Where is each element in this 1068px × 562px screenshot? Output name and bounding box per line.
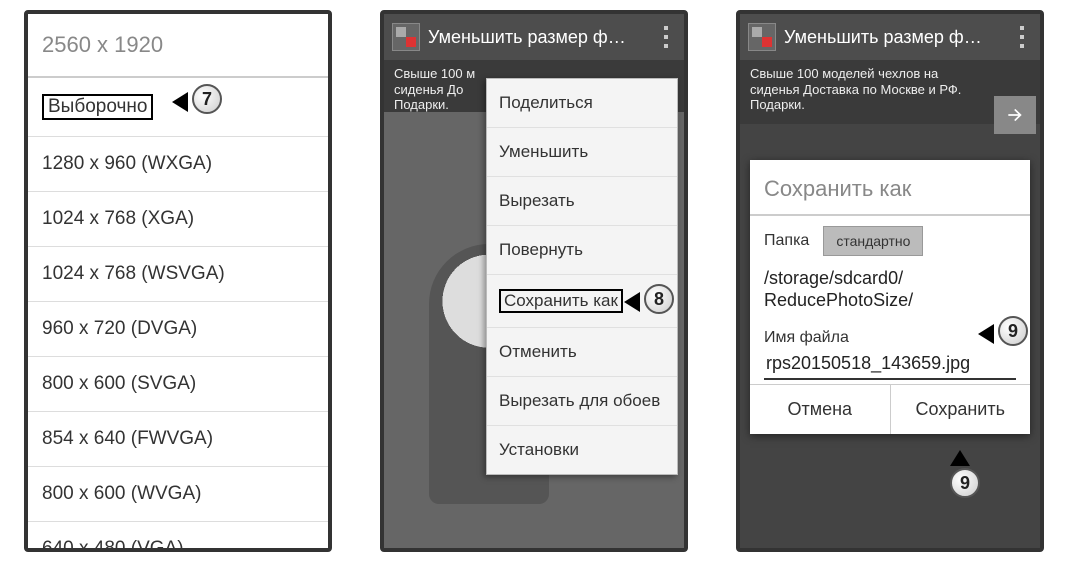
phone-screen-3: Уменьшить размер ф… Свыше 100 моделей че… <box>736 10 1044 552</box>
callout-9a: 9 <box>998 316 1028 346</box>
folder-path[interactable]: /storage/sdcard0/ ReducePhotoSize/ <box>750 266 1030 321</box>
menu-crop[interactable]: Вырезать <box>487 177 677 226</box>
save-button[interactable]: Сохранить <box>890 385 1031 434</box>
context-menu: Поделиться Уменьшить Вырезать Повернуть … <box>486 78 678 475</box>
app-title: Уменьшить размер ф… <box>784 27 982 48</box>
filename-input[interactable]: rps20150518_143659.jpg <box>764 349 1016 380</box>
dialog-title: Сохранить как <box>750 160 1030 216</box>
menu-rotate[interactable]: Повернуть <box>487 226 677 275</box>
folder-row: Папка стандартно <box>750 216 1030 266</box>
overflow-menu-icon[interactable] <box>656 23 676 51</box>
menu-wallpaper[interactable]: Вырезать для обоев <box>487 377 677 426</box>
callout-7: 7 <box>192 84 222 114</box>
dialog-buttons: Отмена Сохранить <box>750 384 1030 434</box>
size-option[interactable]: 854 x 640 (FWVGA) <box>28 412 328 467</box>
size-option[interactable]: 1280 x 960 (WXGA) <box>28 137 328 192</box>
arrow-right-icon <box>1005 105 1025 125</box>
callout-8: 8 <box>644 284 674 314</box>
folder-label: Папка <box>764 232 809 250</box>
ad-forward-button[interactable] <box>994 96 1036 134</box>
size-option[interactable]: 800 x 600 (SVGA) <box>28 357 328 412</box>
size-option-label: Выборочно <box>42 94 153 120</box>
standard-folder-button[interactable]: стандартно <box>823 226 923 256</box>
phone-screen-1: 2560 x 1920 Выборочно 7 1280 x 960 (WXGA… <box>24 10 332 552</box>
cancel-button[interactable]: Отмена <box>750 385 890 434</box>
size-option[interactable]: 960 x 720 (DVGA) <box>28 302 328 357</box>
size-option-custom[interactable]: Выборочно 7 <box>28 78 328 137</box>
menu-share[interactable]: Поделиться <box>487 79 677 128</box>
menu-reduce[interactable]: Уменьшить <box>487 128 677 177</box>
size-picker-title: 2560 x 1920 <box>28 14 328 78</box>
menu-settings[interactable]: Установки <box>487 426 677 474</box>
size-option[interactable]: 1024 x 768 (WSVGA) <box>28 247 328 302</box>
save-as-dialog: Сохранить как Папка стандартно /storage/… <box>750 160 1030 434</box>
phone-screen-2: Уменьшить размер ф… Свыше 100 м сиденья … <box>380 10 688 552</box>
overflow-menu-icon[interactable] <box>1012 23 1032 51</box>
size-option[interactable]: 800 x 600 (WVGA) <box>28 467 328 522</box>
app-title: Уменьшить размер ф… <box>428 27 626 48</box>
size-option[interactable]: 640 x 480 (VGA) <box>28 522 328 552</box>
app-titlebar: Уменьшить размер ф… <box>740 14 1040 60</box>
app-icon <box>392 23 420 51</box>
app-icon <box>748 23 776 51</box>
size-option[interactable]: 1024 x 768 (XGA) <box>28 192 328 247</box>
menu-cancel[interactable]: Отменить <box>487 328 677 377</box>
callout-9b: 9 <box>950 468 980 498</box>
app-titlebar: Уменьшить размер ф… <box>384 14 684 60</box>
size-picker-list: 2560 x 1920 Выборочно 7 1280 x 960 (WXGA… <box>28 14 328 548</box>
